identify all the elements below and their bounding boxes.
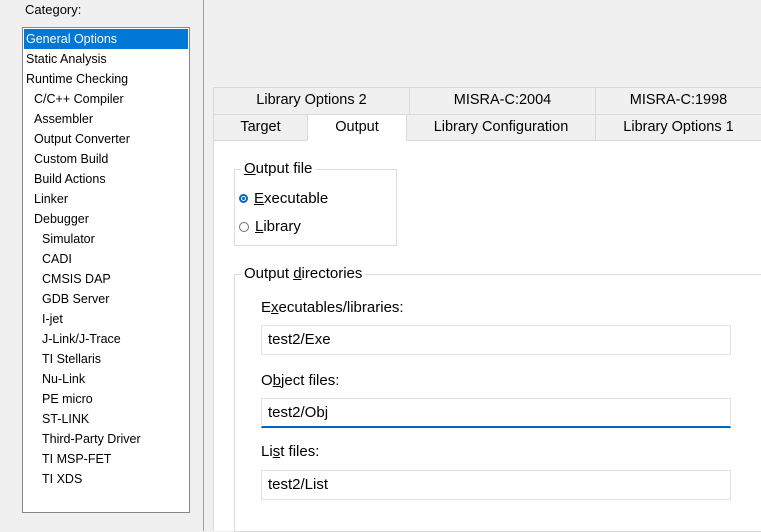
category-item-output-converter[interactable]: Output Converter	[23, 129, 189, 149]
object-files-label: Object files:	[261, 372, 340, 389]
tab-library-options-2[interactable]: Library Options 2	[213, 87, 410, 114]
executable-radio[interactable]: Executable	[239, 190, 328, 207]
tab-row-top: Library Options 2 MISRA-C:2004 MISRA-C:1…	[213, 87, 761, 114]
category-item-runtime-checking[interactable]: Runtime Checking	[23, 69, 189, 89]
executables-libraries-input[interactable]: test2/Exe	[261, 325, 731, 355]
tab-library-options-1[interactable]: Library Options 1	[595, 114, 761, 141]
category-item-build-actions[interactable]: Build Actions	[23, 169, 189, 189]
category-item-ti-stellaris[interactable]: TI Stellaris	[23, 349, 189, 369]
tab-misra-c-1998[interactable]: MISRA-C:1998	[595, 87, 761, 114]
library-label: Library	[255, 218, 301, 235]
tab-target[interactable]: Target	[213, 114, 308, 141]
category-item-custom-build[interactable]: Custom Build	[23, 149, 189, 169]
executable-label: Executable	[254, 190, 329, 207]
executables-libraries-label: Executables/libraries:	[261, 299, 404, 316]
category-item-gdb-server[interactable]: GDB Server	[23, 289, 189, 309]
output-file-group: Output file Executable Library	[234, 159, 397, 246]
radio-unchecked-icon	[239, 221, 249, 232]
category-list[interactable]: General Options Static Analysis Runtime Ch…	[22, 27, 190, 513]
category-item-nu-link[interactable]: Nu-Link	[23, 369, 189, 389]
tab-row-bottom: Target Output Library Configuration Libr…	[213, 114, 761, 141]
pane-divider[interactable]	[203, 0, 204, 531]
category-item-ti-xds[interactable]: TI XDS	[23, 469, 189, 489]
output-tab-page: Output file Executable Library Output di…	[213, 140, 761, 532]
category-item-cmsis-dap[interactable]: CMSIS DAP	[23, 269, 189, 289]
category-item-simulator[interactable]: Simulator	[23, 229, 189, 249]
category-item-static-analysis[interactable]: Static Analysis	[23, 49, 189, 69]
category-item-debugger[interactable]: Debugger	[23, 209, 189, 229]
category-item-j-link-j-trace[interactable]: J-Link/J-Trace	[23, 329, 189, 349]
output-directories-group: Output directories Executables/libraries…	[234, 264, 761, 532]
category-item-st-link[interactable]: ST-LINK	[23, 409, 189, 429]
category-item-c-c-compiler[interactable]: C/C++ Compiler	[23, 89, 189, 109]
category-pane: Category: General Options Static Analysis…	[0, 0, 203, 531]
output-directories-group-title: Output directories	[241, 264, 366, 284]
category-item-linker[interactable]: Linker	[23, 189, 189, 209]
category-item-pe-micro[interactable]: PE micro	[23, 389, 189, 409]
tab-misra-c-2004[interactable]: MISRA-C:2004	[409, 87, 596, 114]
object-files-input[interactable]: test2/Obj	[261, 398, 731, 428]
category-label: Category:	[25, 2, 82, 17]
tab-library-configuration[interactable]: Library Configuration	[406, 114, 596, 141]
list-files-input[interactable]: test2/List	[261, 470, 731, 500]
list-files-label: List files:	[261, 443, 320, 460]
category-item-cadi[interactable]: CADI	[23, 249, 189, 269]
category-item-ti-msp-fet[interactable]: TI MSP-FET	[23, 449, 189, 469]
output-file-group-title: Output file	[241, 159, 316, 179]
library-radio[interactable]: Library	[239, 218, 301, 235]
category-item-assembler[interactable]: Assembler	[23, 109, 189, 129]
tab-output[interactable]: Output	[307, 114, 407, 141]
category-item-third-party-driver[interactable]: Third-Party Driver	[23, 429, 189, 449]
radio-checked-icon	[239, 194, 248, 203]
category-item-i-jet[interactable]: I-jet	[23, 309, 189, 329]
category-item-general-options[interactable]: General Options	[24, 29, 188, 49]
